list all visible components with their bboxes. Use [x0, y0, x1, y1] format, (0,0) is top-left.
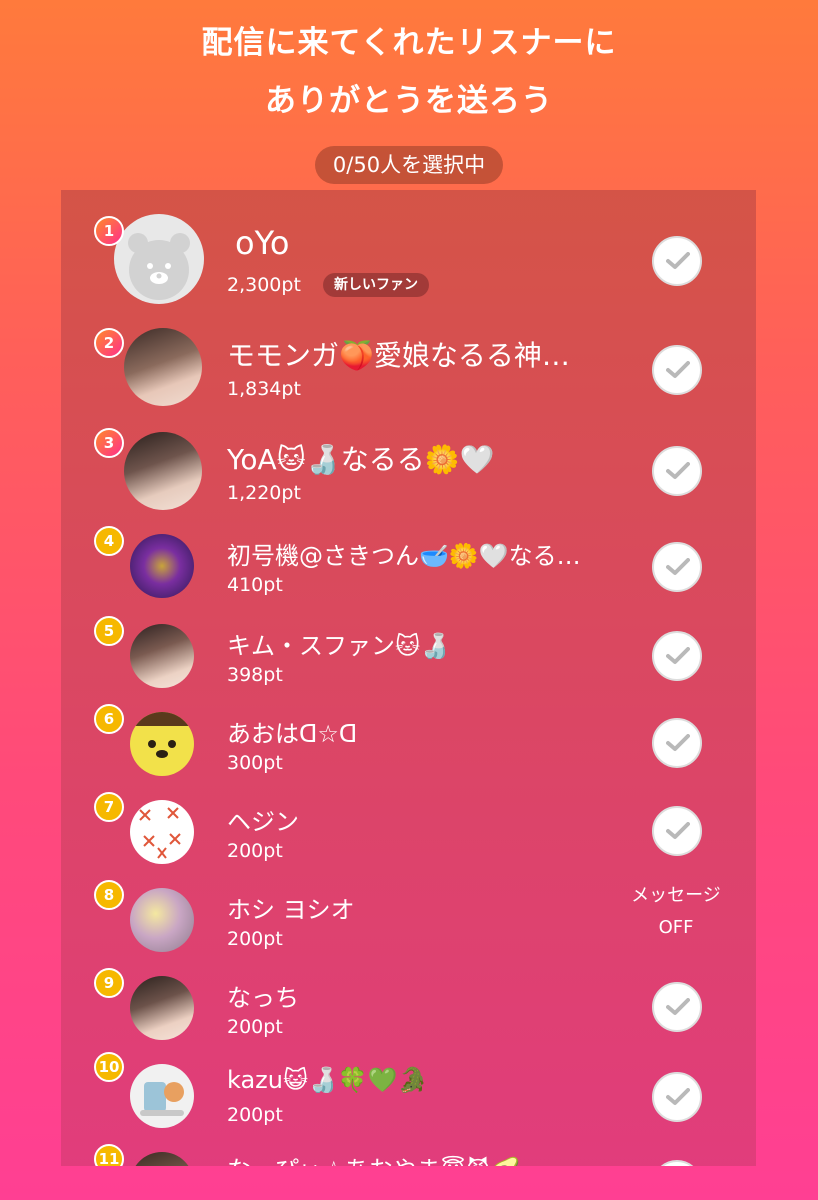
listener-name: oYo [235, 224, 290, 262]
listener-name: キム・スファン🐱🍶 [227, 632, 450, 660]
check-icon [666, 252, 690, 269]
rank-badge: 4 [94, 526, 124, 556]
list-item[interactable]: 10 kazu😺🍶🍀💚🐊 200pt [61, 1052, 756, 1144]
dragonfly-pattern-image [139, 807, 181, 859]
select-check-button[interactable] [652, 446, 702, 496]
listener-points: 1,220pt [227, 482, 301, 504]
selection-counter: 0/50人を選択中 [314, 146, 504, 184]
avatar [130, 800, 194, 864]
listener-points: 200pt [227, 840, 283, 862]
list-item[interactable]: 7 ヘジン 200pt [61, 792, 756, 880]
avatar [114, 214, 204, 304]
avatar [130, 534, 194, 598]
list-item[interactable]: 6 あおはᗡ☆ᗡ 300pt [61, 704, 756, 792]
select-check-button[interactable] [652, 1160, 702, 1166]
check-icon [666, 998, 690, 1015]
message-off-line-2: OFF [658, 917, 694, 938]
illustration-image [140, 1082, 184, 1116]
listener-points: 2,300pt [227, 274, 301, 296]
message-off-label: メッセージ OFF [616, 880, 736, 944]
select-check-button[interactable] [652, 718, 702, 768]
avatar [124, 328, 202, 406]
rank-badge: 1 [94, 216, 124, 246]
listener-points: 398pt [227, 664, 283, 686]
bear-avatar-icon [128, 233, 190, 300]
select-check-button[interactable] [652, 345, 702, 395]
listener-name: なっぴぃ☆あおやま😇😈🥑 [227, 1150, 520, 1166]
check-icon [666, 558, 690, 575]
avatar [130, 712, 194, 776]
select-check-button[interactable] [652, 806, 702, 856]
avatar [130, 976, 194, 1040]
listener-points: 1,834pt [227, 378, 301, 400]
check-icon [666, 734, 690, 751]
select-check-button[interactable] [652, 236, 702, 286]
rank-badge: 10 [94, 1052, 124, 1082]
listener-name: kazu😺🍶🍀💚🐊 [227, 1066, 428, 1094]
avatar [124, 432, 202, 510]
list-item[interactable]: 3 YoA🐱🍶なるる🌼🤍 1,220pt [61, 424, 756, 526]
rank-badge: 6 [94, 704, 124, 734]
check-icon [666, 1088, 690, 1105]
rank-badge: 11 [94, 1144, 124, 1166]
listener-points: 200pt [227, 928, 283, 950]
list-item[interactable]: 4 初号機@さきつん🥣🌼🤍なる… 410pt [61, 526, 756, 616]
listener-name: あおはᗡ☆ᗡ [227, 720, 358, 748]
avatar [130, 888, 194, 952]
header: 配信に来てくれたリスナーに ありがとうを送ろう 0/50人を選択中 [0, 0, 818, 184]
list-item[interactable]: 5 キム・スファン🐱🍶 398pt [61, 616, 756, 704]
listener-name: モモンガ🍑愛娘なるる神… [227, 339, 570, 372]
listener-points: 200pt [227, 1016, 283, 1038]
select-check-button[interactable] [652, 982, 702, 1032]
rank-badge: 9 [94, 968, 124, 998]
listener-points: 410pt [227, 574, 283, 596]
list-item[interactable]: 1 oYo 2,300pt 新しいファン [61, 190, 756, 310]
rank-badge: 3 [94, 428, 124, 458]
message-off-line-1: メッセージ [631, 885, 721, 906]
check-icon [666, 462, 690, 479]
pudding-dog-image [130, 712, 194, 758]
rank-badge: 2 [94, 328, 124, 358]
list-item[interactable]: 9 なっち 200pt [61, 968, 756, 1056]
avatar [130, 624, 194, 688]
listener-name: なっち [227, 984, 299, 1012]
listener-points: 200pt [227, 1104, 283, 1126]
listener-name: ヘジン [227, 808, 299, 836]
check-icon [666, 822, 690, 839]
listener-name: YoA🐱🍶なるる🌼🤍 [227, 443, 495, 476]
avatar [130, 1152, 194, 1166]
select-check-button[interactable] [652, 631, 702, 681]
page-title-line-2: ありがとうを送ろう [265, 83, 553, 119]
list-item: 8 ホシ ヨシオ 200pt メッセージ OFF [61, 880, 756, 968]
select-check-button[interactable] [652, 542, 702, 592]
listener-name: 初号機@さきつん🥣🌼🤍なる… [227, 542, 581, 570]
page-title-line-1: 配信に来てくれたリスナーに [201, 25, 617, 61]
listener-name: ホシ ヨシオ [227, 896, 355, 924]
rank-badge: 8 [94, 880, 124, 910]
select-check-button[interactable] [652, 1072, 702, 1122]
listener-list: 1 oYo 2,300pt 新しいファン 2 モモンガ🍑愛娘なるる神… 1,83… [61, 190, 756, 1166]
check-icon [666, 647, 690, 664]
listener-points: 300pt [227, 752, 283, 774]
list-item[interactable]: 2 モモンガ🍑愛娘なるる神… 1,834pt [61, 320, 756, 424]
list-item[interactable]: 11 なっぴぃ☆あおやま😇😈🥑 [61, 1144, 756, 1166]
rank-badge: 7 [94, 792, 124, 822]
rank-badge: 5 [94, 616, 124, 646]
avatar [130, 1064, 194, 1128]
check-icon [666, 361, 690, 378]
new-fan-badge: 新しいファン [323, 273, 429, 297]
